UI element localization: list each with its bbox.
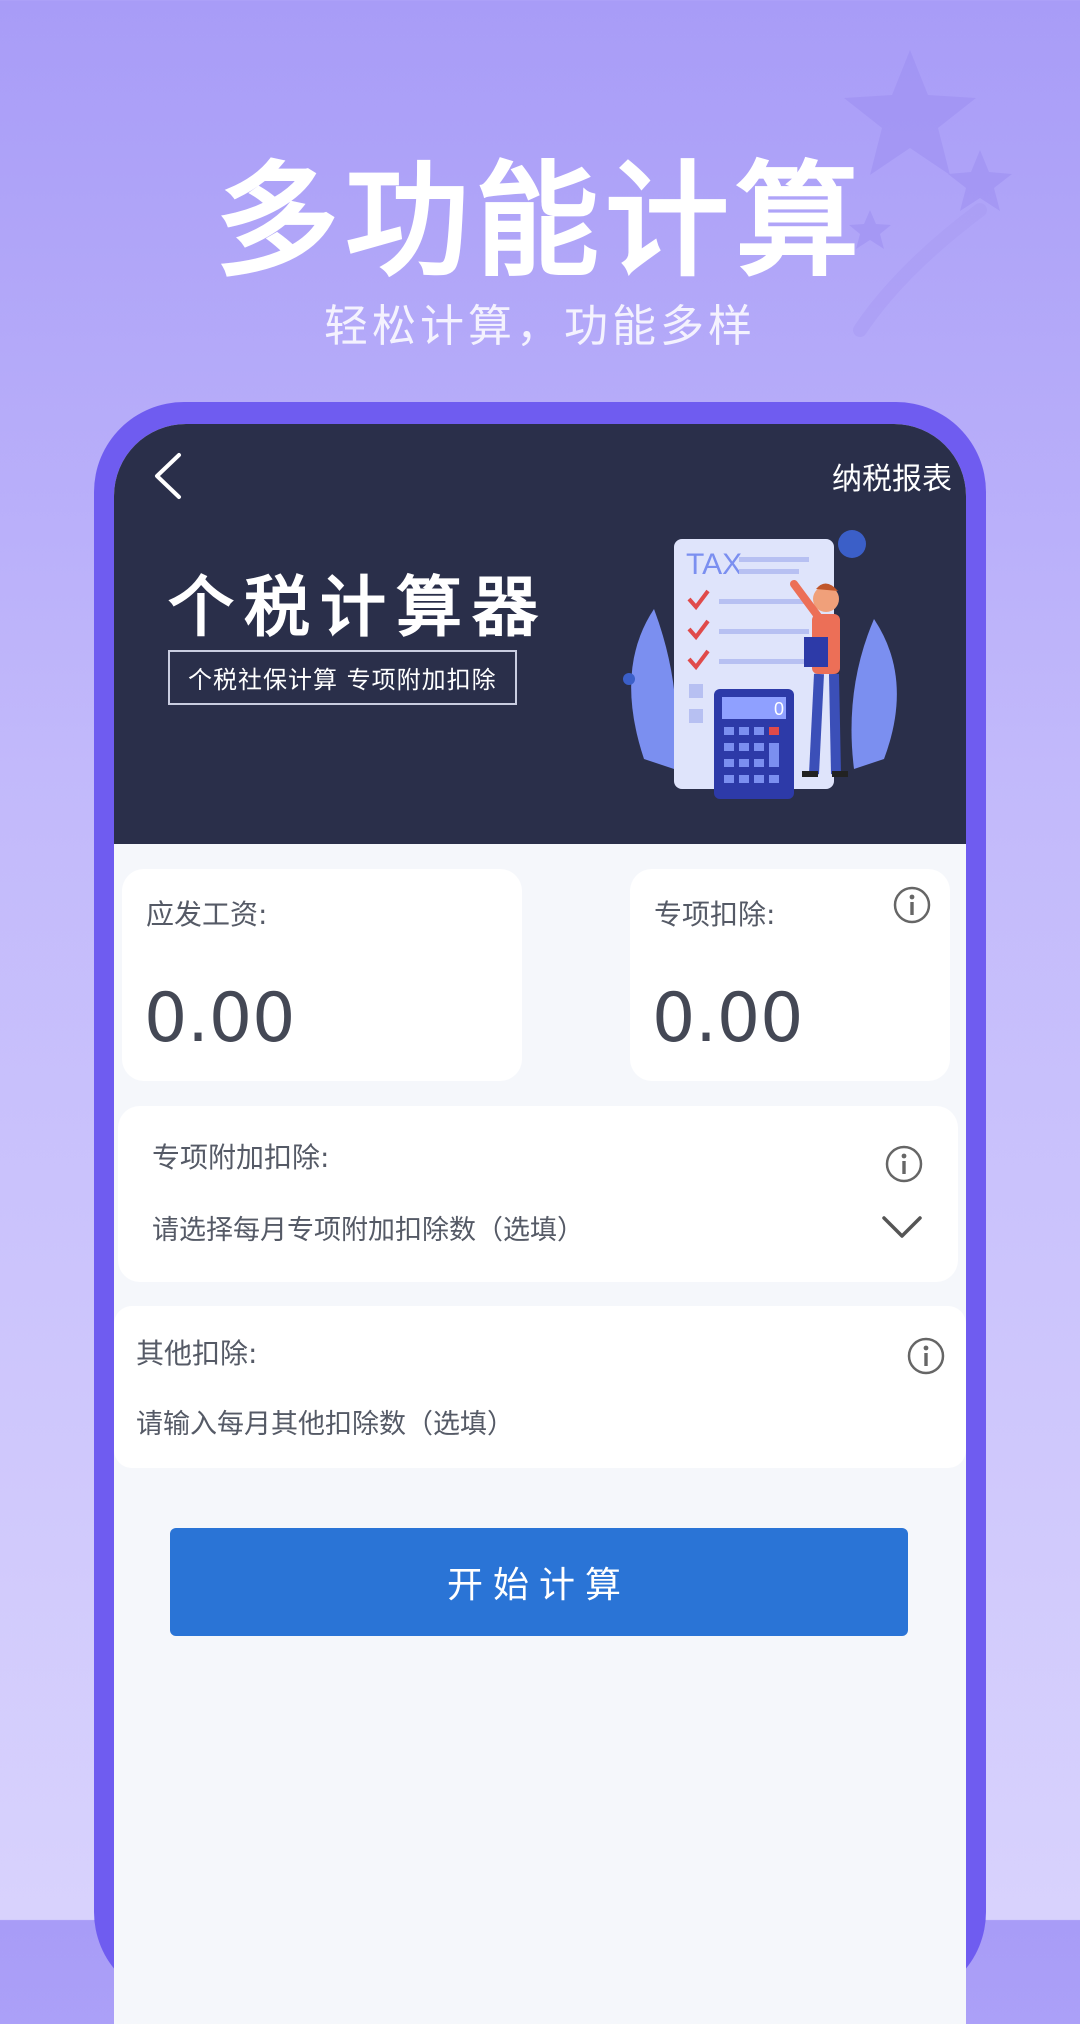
other-deduction-label: 其他扣除: xyxy=(136,1337,258,1370)
other-deduction-input[interactable]: 请输入每月其他扣除数（选填） xyxy=(136,1402,514,1441)
info-icon[interactable] xyxy=(884,1144,924,1184)
additional-deduction-label: 专项附加扣除: xyxy=(152,1141,330,1174)
chevron-down-icon[interactable] xyxy=(880,1206,924,1250)
hero-banner: 纳税报表 个税计算器 个税社保计算 专项附加扣除 TAX 0 xyxy=(114,424,966,844)
info-icon[interactable] xyxy=(906,1336,946,1376)
salary-card[interactable]: 应发工资: 0.00 xyxy=(122,869,522,1081)
phone-frame: 纳税报表 个税计算器 个税社保计算 专项附加扣除 TAX 0 应发工资: 0.0… xyxy=(94,402,986,2024)
additional-deduction-select[interactable]: 请选择每月专项附加扣除数（选填） xyxy=(152,1208,584,1247)
calculator-title: 个税计算器 xyxy=(168,569,548,646)
tax-illustration: TAX 0 xyxy=(623,530,897,799)
salary-label: 应发工资: xyxy=(146,898,268,931)
additional-deduction-card[interactable]: 专项附加扣除: 请选择每月专项附加扣除数（选填） xyxy=(118,1106,958,1282)
tax-report-link[interactable]: 纳税报表 xyxy=(832,454,952,498)
other-deduction-card[interactable]: 其他扣除: 请输入每月其他扣除数（选填） xyxy=(114,1306,966,1468)
app-screen: 纳税报表 个税计算器 个税社保计算 专项附加扣除 TAX 0 应发工资: 0.0… xyxy=(114,424,966,2024)
special-deduction-label: 专项扣除: xyxy=(654,898,776,931)
back-button[interactable] xyxy=(138,446,198,506)
info-icon[interactable] xyxy=(892,885,932,925)
calculator-tagline: 个税社保计算 专项附加扣除 xyxy=(168,650,517,705)
chevron-left-icon xyxy=(155,453,181,499)
calculator-display: 0 xyxy=(774,699,784,719)
promo-title: 多功能计算 xyxy=(214,150,865,294)
tax-label: TAX xyxy=(686,548,742,581)
start-calculation-button[interactable]: 开始计算 xyxy=(170,1528,908,1636)
promo-subtitle: 轻松计算，功能多样 xyxy=(324,301,756,352)
salary-value[interactable]: 0.00 xyxy=(144,979,295,1058)
special-deduction-card[interactable]: 专项扣除: 0.00 xyxy=(630,869,950,1081)
special-deduction-value[interactable]: 0.00 xyxy=(652,979,803,1058)
